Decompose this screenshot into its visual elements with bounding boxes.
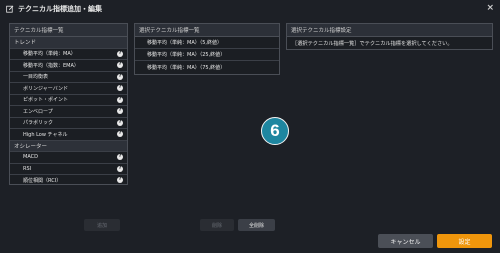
indicator-item[interactable]: High Low チャネル?	[10, 129, 127, 141]
help-icon[interactable]: ?	[117, 177, 123, 184]
step-number-badge: 6	[261, 117, 289, 145]
indicator-item[interactable]: ピボット・ポイント?	[10, 94, 127, 106]
edit-icon	[6, 5, 14, 13]
indicator-list-panel: テクニカル指標一覧 トレンド 移動平均（単純：MA）? 移動平均（指数：EMA）? 一…	[9, 23, 128, 185]
indicator-settings-panel: 選択テクニカル指標設定 ［選択テクニカル指標一覧］でテクニカル指標を選択してくだ…	[286, 23, 493, 50]
help-icon[interactable]: ?	[117, 96, 123, 103]
indicator-item[interactable]: 移動平均（単純：MA）?	[10, 48, 127, 60]
help-icon[interactable]: ?	[117, 131, 123, 138]
indicator-label: ボリンジャーバンド	[23, 85, 68, 92]
help-icon[interactable]: ?	[117, 50, 123, 57]
indicator-label: High Low チャネル	[23, 131, 68, 138]
remove-button[interactable]: 削除	[200, 219, 234, 231]
indicator-item[interactable]: RSI?	[10, 163, 127, 175]
selected-indicators-list: 移動平均（単純：MA）（5,終値） 移動平均（単純：MA）（25,終値） 移動平均（…	[135, 37, 279, 73]
help-icon[interactable]: ?	[117, 165, 123, 172]
indicator-label: MACD	[23, 154, 38, 161]
indicator-item[interactable]: MACD?	[10, 152, 127, 164]
indicator-label: 移動平均（指数：EMA）	[23, 62, 79, 69]
indicator-category: オシレーター	[10, 140, 127, 152]
indicator-item[interactable]: ボリンジャーバンド?	[10, 83, 127, 95]
help-icon[interactable]: ?	[117, 119, 123, 126]
selected-indicator-item[interactable]: 移動平均（単純：MA）（5,終値）	[135, 37, 279, 49]
indicator-label: 一目均衡表	[23, 74, 49, 81]
indicator-list-header: テクニカル指標一覧	[10, 24, 127, 37]
indicator-label: 順位相関（RCI）	[23, 177, 62, 184]
indicator-item[interactable]: 順位相関（RCI）?	[10, 175, 127, 184]
indicator-label: 移動平均（単純：MA）	[23, 51, 76, 58]
cancel-button[interactable]: キャンセル	[378, 234, 433, 248]
close-icon[interactable]: ×	[486, 4, 494, 13]
ok-button[interactable]: 設定	[437, 234, 492, 248]
selected-indicators-panel: 選択テクニカル指標一覧 移動平均（単純：MA）（5,終値） 移動平均（単純：MA）…	[134, 23, 280, 75]
indicator-category: トレンド	[10, 37, 127, 49]
indicator-label: エンベロープ	[23, 108, 53, 115]
settings-instruction: ［選択テクニカル指標一覧］でテクニカル指標を選択してください。	[292, 41, 453, 47]
help-icon[interactable]: ?	[117, 62, 123, 69]
selected-indicator-item[interactable]: 移動平均（単純：MA）（25,終値）	[135, 49, 279, 61]
clear-all-button[interactable]: 全削除	[238, 219, 275, 231]
indicator-item[interactable]: エンベロープ?	[10, 106, 127, 118]
indicator-label: パラボリック	[23, 120, 54, 127]
help-icon[interactable]: ?	[117, 73, 123, 80]
help-icon[interactable]: ?	[117, 108, 123, 115]
indicator-label: ピボット・ポイント	[23, 97, 69, 104]
window-title: テクニカル指標追加・編集	[18, 5, 102, 13]
help-icon[interactable]: ?	[117, 85, 123, 92]
selected-indicators-header: 選択テクニカル指標一覧	[135, 24, 279, 37]
indicator-item[interactable]: パラボリック?	[10, 117, 127, 129]
add-button[interactable]: 追加	[84, 219, 120, 231]
indicator-list: トレンド 移動平均（単純：MA）? 移動平均（指数：EMA）? 一目均衡表? ボリンジャ…	[10, 37, 127, 184]
indicator-item[interactable]: 移動平均（指数：EMA）?	[10, 60, 127, 72]
window-titlebar: テクニカル指標追加・編集 ×	[0, 0, 500, 18]
indicator-label: RSI	[23, 165, 32, 172]
indicator-item[interactable]: 一目均衡表?	[10, 71, 127, 83]
indicator-settings-header: 選択テクニカル指標設定	[287, 24, 492, 37]
help-icon[interactable]: ?	[117, 154, 123, 161]
selected-indicator-item[interactable]: 移動平均（単純：MA）（75,終値）	[135, 61, 279, 73]
